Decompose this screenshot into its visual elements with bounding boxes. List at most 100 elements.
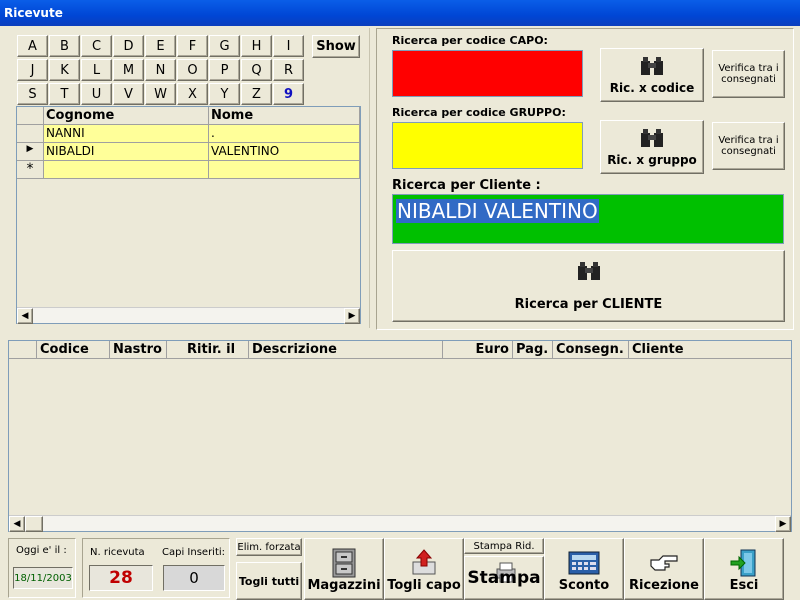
cell-cognome[interactable]: NIBALDI — [44, 143, 209, 161]
letter-button-o[interactable]: O — [177, 59, 208, 81]
elim-forzata-button[interactable]: Elim. forzata — [236, 538, 302, 556]
verifica-label: Verifica tra i consegnati — [718, 135, 779, 157]
letter-label: X — [188, 86, 197, 102]
col-ritir-il[interactable]: Ritir. il — [167, 341, 249, 359]
cell-cognome[interactable]: NANNI — [44, 125, 209, 143]
letter-button-k[interactable]: K — [49, 59, 80, 81]
letter-button-a[interactable]: A — [17, 35, 48, 57]
letter-button-e[interactable]: E — [145, 35, 176, 57]
letter-label: Y — [220, 86, 229, 102]
row-selector[interactable] — [17, 125, 44, 143]
col-descrizione[interactable]: Descrizione — [249, 341, 443, 359]
row-selector-header — [9, 341, 37, 359]
col-cliente[interactable]: Cliente — [629, 341, 791, 359]
letter-button-l[interactable]: L — [81, 59, 112, 81]
col-nastro[interactable]: Nastro — [110, 341, 167, 359]
capi-number: 0 — [189, 569, 199, 587]
col-codice[interactable]: Codice — [37, 341, 110, 359]
search-client-button[interactable]: Ricerca per CLIENTE — [392, 250, 785, 322]
search-code-button-label: Ric. x codice — [609, 80, 695, 95]
search-client-button-label: Ricerca per CLIENTE — [514, 296, 663, 312]
ricezione-button[interactable]: Ricezione — [624, 538, 704, 600]
letter-label: Z — [252, 86, 261, 102]
cabinet-icon — [330, 548, 358, 578]
cell-nome[interactable] — [209, 161, 360, 179]
sconto-button[interactable]: Sconto — [544, 538, 624, 600]
binoculars-icon — [639, 56, 665, 81]
letter-button-h[interactable]: H — [241, 35, 272, 57]
scroll-left-icon[interactable]: ◀ — [9, 516, 25, 532]
letter-button-u[interactable]: U — [81, 83, 112, 105]
letter-button-b[interactable]: B — [49, 35, 80, 57]
letter-label: 9 — [283, 86, 294, 102]
esci-button[interactable]: Esci — [704, 538, 784, 600]
counters-box: N. ricevuta 28 Capi Inseriti: 0 — [82, 538, 230, 598]
letter-button-t[interactable]: T — [49, 83, 80, 105]
col-cognome[interactable]: Cognome — [44, 107, 209, 125]
search-code-button[interactable]: Ric. x codice — [600, 48, 704, 102]
scroll-right-icon[interactable]: ▶ — [344, 308, 360, 324]
letter-button-v[interactable]: V — [113, 83, 144, 105]
search-group-button[interactable]: Ric. x gruppo — [600, 120, 704, 174]
sconto-label: Sconto — [558, 577, 610, 593]
table-row[interactable]: * — [17, 161, 360, 179]
table-row[interactable]: NANNI . — [17, 125, 360, 143]
col-nome[interactable]: Nome — [209, 107, 360, 125]
letter-button-g[interactable]: G — [209, 35, 240, 57]
cell-nome[interactable]: . — [209, 125, 360, 143]
col-consegn[interactable]: Consegn. — [553, 341, 629, 359]
calculator-icon — [568, 548, 600, 578]
current-row-marker[interactable]: ▶ — [17, 143, 44, 161]
stampa-button[interactable]: Stampa — [464, 556, 544, 600]
letter-button-s[interactable]: S — [17, 83, 48, 105]
verifica-consegnati-button-2[interactable]: Verifica tra i consegnati — [712, 122, 785, 170]
letter-button-p[interactable]: P — [209, 59, 240, 81]
table-row[interactable]: ▶ NIBALDI VALENTINO — [17, 143, 360, 161]
scroll-left-icon[interactable]: ◀ — [17, 308, 33, 324]
col-euro[interactable]: Euro — [443, 341, 513, 359]
letter-button-m[interactable]: M — [113, 59, 144, 81]
scroll-right-icon[interactable]: ▶ — [775, 516, 791, 532]
capi-value: 0 — [163, 565, 225, 591]
letter-button-n[interactable]: N — [145, 59, 176, 81]
scroll-thumb[interactable] — [25, 516, 43, 532]
gruppo-code-input[interactable] — [392, 122, 583, 169]
verifica-consegnati-button-1[interactable]: Verifica tra i consegnati — [712, 50, 785, 98]
capo-code-input[interactable] — [392, 50, 583, 97]
nricevuta-label: N. ricevuta — [90, 547, 145, 558]
items-table-hscrollbar[interactable]: ◀ ▶ — [9, 515, 791, 532]
letter-button-j[interactable]: J — [17, 59, 48, 81]
letter-label: Q — [251, 62, 262, 78]
stampa-rid-button[interactable]: Stampa Rid. — [464, 538, 544, 554]
letter-label: T — [60, 86, 69, 102]
col-pag[interactable]: Pag. — [513, 341, 553, 359]
letter-label: E — [156, 38, 165, 54]
show-button-label: Show — [316, 39, 356, 54]
exit-door-icon — [729, 548, 759, 578]
togli-capo-button[interactable]: Togli capo — [384, 538, 464, 600]
cell-cognome[interactable] — [44, 161, 209, 179]
letter-button-c[interactable]: C — [81, 35, 112, 57]
client-grid-hscrollbar[interactable]: ◀ ▶ — [17, 307, 360, 324]
cell-nome[interactable]: VALENTINO — [209, 143, 360, 161]
show-button[interactable]: Show — [312, 35, 360, 58]
letter-button-w[interactable]: W — [145, 83, 176, 105]
letter-label: K — [60, 62, 69, 78]
letter-button-f[interactable]: F — [177, 35, 208, 57]
letter-label: H — [251, 38, 262, 54]
magazzini-button[interactable]: Magazzini — [304, 538, 384, 600]
letter-button-9[interactable]: 9 — [273, 83, 304, 105]
letter-button-i[interactable]: I — [273, 35, 304, 57]
nricevuta-value: 28 — [89, 565, 153, 591]
letter-button-z[interactable]: Z — [241, 83, 272, 105]
cliente-search-input[interactable]: NIBALDI VALENTINO — [392, 194, 784, 244]
letter-button-d[interactable]: D — [113, 35, 144, 57]
togli-tutti-button[interactable]: Togli tutti — [236, 562, 302, 600]
new-row-marker[interactable]: * — [17, 161, 44, 179]
elim-forzata-label: Elim. forzata — [237, 541, 301, 553]
letter-button-y[interactable]: Y — [209, 83, 240, 105]
letter-label: G — [219, 38, 230, 54]
letter-button-x[interactable]: X — [177, 83, 208, 105]
letter-button-q[interactable]: Q — [241, 59, 272, 81]
letter-button-r[interactable]: R — [273, 59, 304, 81]
